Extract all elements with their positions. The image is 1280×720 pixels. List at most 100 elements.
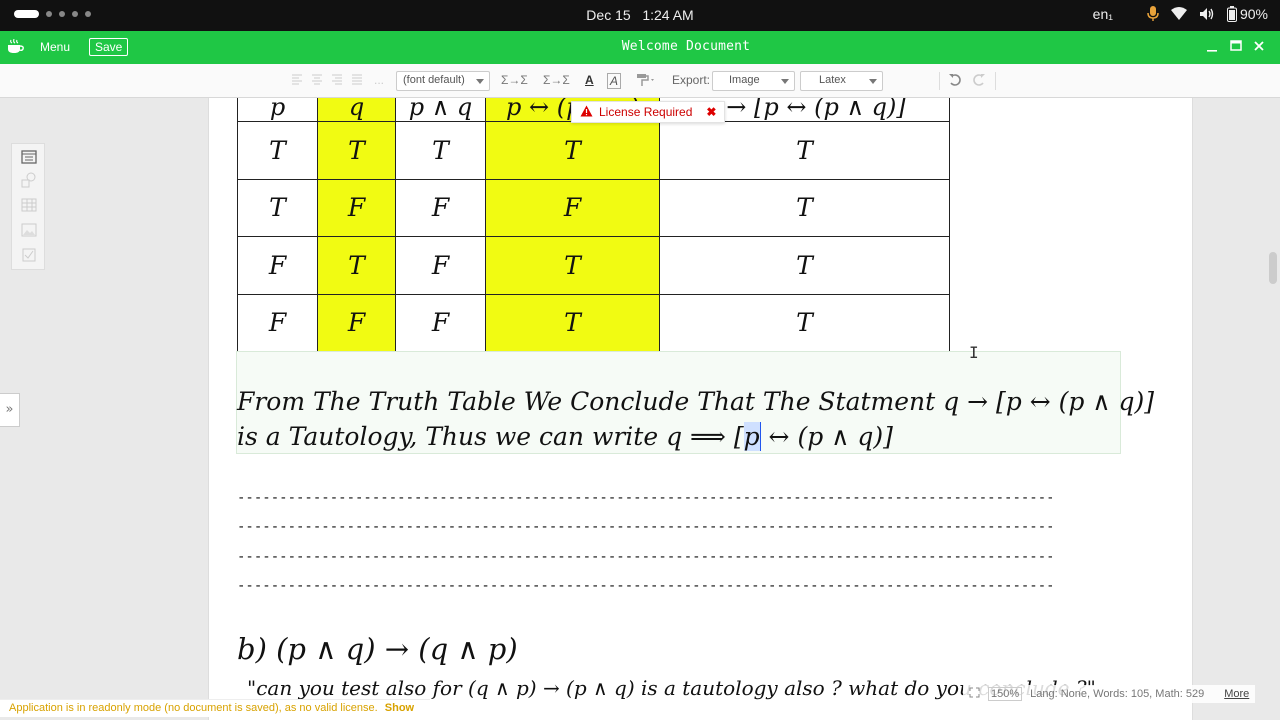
export-mode-value: Latex — [819, 74, 846, 86]
table-cell[interactable]: F — [395, 293, 486, 352]
close-icon[interactable] — [1253, 39, 1265, 56]
header-cell: q — [317, 98, 396, 122]
clock-date: Dec 15 — [586, 7, 631, 23]
align-center-icon[interactable] — [311, 73, 323, 88]
more-link[interactable]: More — [1224, 688, 1249, 700]
system-top-bar: Dec 15 1:24 AM en₁ 90% — [0, 0, 1280, 31]
checkbox-icon[interactable] — [21, 247, 37, 266]
zoom-level[interactable]: 150% — [988, 687, 1023, 701]
close-icon[interactable]: ✖ — [706, 105, 716, 119]
formatting-toolbar: ... (font default) Σ→Σ Σ→Σ A A Export: I… — [0, 64, 1280, 98]
undo-icon[interactable] — [948, 73, 962, 90]
table-cell[interactable]: T — [659, 293, 950, 352]
format-painter-icon[interactable] — [636, 73, 656, 90]
app-title-bar: Menu Save Welcome Document — [0, 31, 1280, 64]
readonly-notice: Application is in readonly mode (no docu… — [0, 699, 430, 717]
minimize-icon[interactable] — [1206, 39, 1218, 56]
table-cell[interactable]: T — [317, 121, 396, 180]
table-row: T F F F T — [237, 178, 950, 237]
maximize-icon[interactable] — [1230, 39, 1242, 56]
table-cell[interactable]: T — [659, 178, 950, 237]
system-tray[interactable]: en₁ 90% — [1093, 6, 1268, 22]
table-cell[interactable]: T — [659, 236, 950, 295]
table-cell[interactable]: F — [317, 178, 396, 237]
insert-sidebar — [11, 143, 45, 270]
divider-line: ----------------------------------------… — [237, 519, 1052, 535]
text-highlight-icon[interactable]: A — [607, 73, 622, 89]
divider-line: ----------------------------------------… — [237, 578, 1052, 594]
table-cell[interactable]: F — [485, 178, 660, 237]
font-select-value: (font default) — [403, 74, 465, 86]
clock-time: 1:24 AM — [642, 7, 694, 23]
more-options-icon[interactable]: ... — [374, 73, 384, 87]
font-select[interactable]: (font default) — [396, 71, 490, 91]
warning-icon — [580, 105, 593, 120]
text-color-icon[interactable]: A — [585, 73, 594, 87]
redo-icon[interactable] — [972, 73, 986, 90]
toolbar-divider — [939, 72, 940, 90]
part-b-heading: b) (p ∧ q) → (q ∧ p) — [237, 632, 518, 666]
align-right-icon[interactable] — [331, 73, 343, 88]
toolbar-divider — [995, 72, 996, 90]
table-icon[interactable] — [21, 197, 37, 216]
table-cell[interactable]: F — [317, 293, 396, 352]
readonly-message: Application is in readonly mode (no docu… — [9, 702, 378, 714]
table-cell[interactable]: F — [395, 236, 486, 295]
export-mode-select[interactable]: Latex — [800, 71, 883, 91]
conclusion-line-2-end: ↔ (p ∧ q)] — [760, 422, 893, 451]
header-cell: p — [237, 98, 318, 122]
document-outline-icon[interactable] — [21, 149, 37, 168]
chevron-down-icon — [869, 79, 877, 84]
sigma-convert-left-icon[interactable]: Σ→Σ — [501, 73, 528, 87]
table-cell[interactable]: T — [485, 236, 660, 295]
divider-line: ----------------------------------------… — [237, 549, 1052, 565]
window-title: Welcome Document — [621, 39, 751, 54]
image-icon[interactable] — [21, 222, 37, 241]
align-left-icon[interactable] — [291, 73, 303, 88]
battery-icon — [1226, 6, 1237, 22]
keyboard-layout[interactable]: en₁ — [1093, 6, 1113, 22]
conclusion-line-2-start: is a Tautology, Thus we can write q ⟹ [ — [237, 422, 744, 451]
header-cell: p ∧ q — [395, 98, 486, 122]
table-cell[interactable]: F — [395, 178, 486, 237]
status-bar: 150% Lang: None, Words: 105, Math: 529 M… — [963, 685, 1256, 703]
table-row: T T T T T — [237, 121, 950, 180]
shapes-icon[interactable] — [21, 172, 37, 192]
table-cell[interactable]: T — [485, 121, 660, 180]
license-required-badge[interactable]: License Required ✖ — [571, 101, 726, 123]
license-required-text: License Required — [599, 105, 693, 119]
export-label: Export: — [672, 73, 711, 87]
microphone-icon — [1147, 6, 1159, 22]
table-cell[interactable]: T — [659, 121, 950, 180]
table-row: F F F T T — [237, 293, 950, 352]
divider-line: ----------------------------------------… — [237, 490, 1052, 506]
text-cursor-selection: p — [743, 422, 760, 451]
conclusion-line-2: is a Tautology, Thus we can write q ⟹ [p… — [237, 422, 893, 451]
vertical-scrollbar[interactable] — [1269, 252, 1277, 284]
table-cell[interactable]: F — [237, 293, 318, 352]
export-format-value: Image — [729, 74, 760, 86]
table-cell[interactable]: T — [485, 293, 660, 352]
table-row: F T F T T — [237, 236, 950, 295]
battery-percent: 90% — [1239, 6, 1268, 22]
sigma-convert-right-icon[interactable]: Σ→Σ — [543, 73, 570, 87]
document-page[interactable]: p q p ∧ q p ↔ (p ∧ q) q → [p ↔ (p ∧ q)] … — [208, 98, 1193, 720]
volume-icon — [1199, 7, 1215, 21]
conclusion-math-block[interactable]: From The Truth Table We Conclude That Th… — [236, 351, 1154, 454]
clock[interactable]: Dec 15 1:24 AM — [0, 7, 1280, 23]
truth-table: p q p ∧ q p ↔ (p ∧ q) q → [p ↔ (p ∧ q)] … — [237, 98, 950, 352]
table-cell[interactable]: T — [237, 121, 318, 180]
text-cursor-ibeam-icon: I — [969, 343, 979, 362]
export-format-select[interactable]: Image — [712, 71, 795, 91]
table-cell[interactable]: F — [237, 236, 318, 295]
table-cell[interactable]: T — [395, 121, 486, 180]
fullscreen-icon[interactable] — [969, 687, 980, 701]
chevron-down-icon — [476, 79, 484, 84]
expand-panel-chevron-icon[interactable]: » — [0, 393, 20, 427]
align-justify-icon[interactable] — [351, 73, 363, 88]
table-cell[interactable]: T — [317, 236, 396, 295]
wifi-icon — [1170, 7, 1187, 21]
show-link[interactable]: Show — [385, 702, 414, 714]
table-cell[interactable]: T — [237, 178, 318, 237]
chevron-down-icon — [781, 79, 789, 84]
